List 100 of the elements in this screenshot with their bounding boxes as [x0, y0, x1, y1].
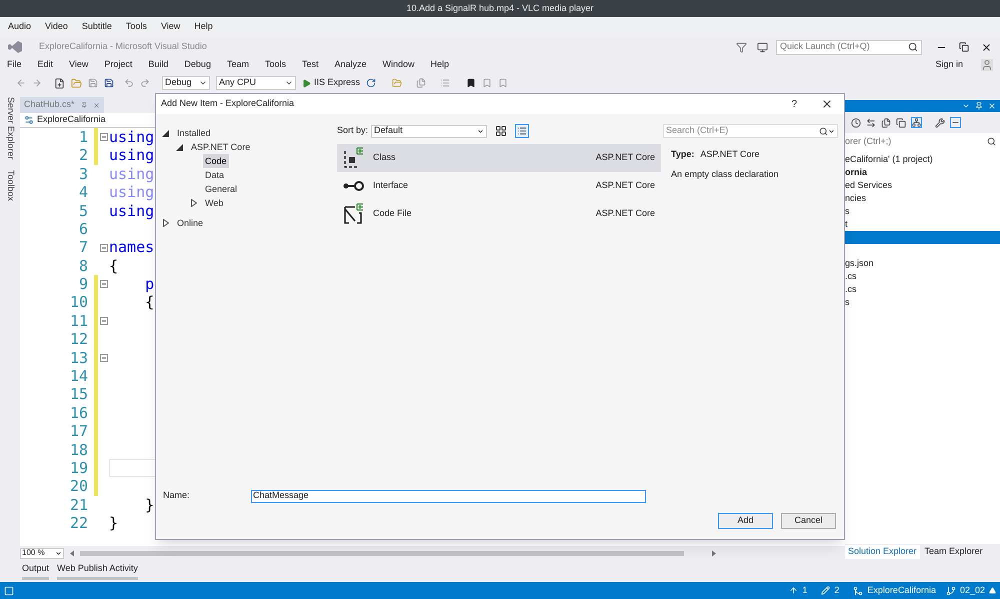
- collapse-icon[interactable]: [100, 133, 108, 142]
- edit-count[interactable]: 2: [834, 584, 840, 598]
- collapse-icon[interactable]: [100, 354, 108, 362]
- template-item[interactable]: Interface ASP.NET Core: [337, 172, 661, 200]
- tree-item[interactable]: Data: [203, 168, 226, 182]
- close-icon[interactable]: [821, 98, 833, 110]
- menu-item[interactable]: Analyze: [334, 58, 367, 72]
- collapsed-arrow-icon[interactable]: [162, 219, 168, 227]
- add-button[interactable]: Add: [718, 513, 773, 529]
- show-all-files-icon[interactable]: [896, 118, 906, 128]
- collapse-icon[interactable]: [100, 280, 108, 288]
- solution-tree-item[interactable]: ornia: [845, 166, 1000, 179]
- menu-item[interactable]: View: [160, 20, 180, 34]
- solution-tree-item[interactable]: s: [845, 296, 1000, 309]
- sort-dropdown[interactable]: Default: [371, 124, 488, 138]
- grid-view-icon[interactable]: [494, 124, 508, 138]
- collapse-icon[interactable]: [100, 244, 108, 252]
- pin-icon[interactable]: [80, 101, 87, 109]
- pin-icon[interactable]: [975, 102, 983, 110]
- code-text: {: [109, 256, 118, 277]
- menu-item[interactable]: Subtitle: [82, 20, 112, 34]
- tree-item[interactable]: Installed: [175, 126, 213, 140]
- side-tab[interactable]: Toolbox: [3, 170, 17, 201]
- panel-tab[interactable]: Solution Explorer: [845, 545, 920, 559]
- branch-name[interactable]: 02_02: [960, 584, 985, 598]
- notification-icon[interactable]: [4, 586, 14, 596]
- search-icon[interactable]: [908, 42, 918, 52]
- preview-icon[interactable]: [950, 117, 961, 128]
- play-icon[interactable]: [302, 78, 311, 88]
- menu-item[interactable]: Video: [45, 20, 68, 34]
- solution-tree-item[interactable]: eCalifornia' (1 project): [845, 153, 1000, 166]
- tree-item[interactable]: ASP.NET Core: [189, 140, 252, 154]
- menu-item[interactable]: Tools: [126, 20, 147, 34]
- menu-item[interactable]: File: [7, 58, 22, 72]
- history-icon[interactable]: [851, 118, 861, 128]
- menu-item[interactable]: Tools: [264, 58, 286, 72]
- collapse-icon[interactable]: [100, 317, 108, 326]
- quick-launch-field[interactable]: Quick Launch (Ctrl+Q): [776, 40, 922, 54]
- menu-item[interactable]: Help: [194, 20, 213, 34]
- solution-tree-item[interactable]: gs.json: [845, 257, 1000, 270]
- side-tab[interactable]: Server Explorer: [3, 97, 17, 160]
- repository-name[interactable]: ExploreCalifornia: [867, 584, 936, 598]
- solution-tree-item[interactable]: s: [845, 205, 1000, 218]
- branch-icon[interactable]: [946, 586, 956, 596]
- solution-tree-item[interactable]: t: [845, 218, 1000, 231]
- sync-icon[interactable]: [866, 118, 876, 128]
- solution-tree-item[interactable]: .cs: [845, 283, 1000, 296]
- horizontal-scrollbar[interactable]: [68, 548, 718, 558]
- filter-icon[interactable]: [736, 42, 747, 52]
- close-icon[interactable]: [981, 42, 992, 52]
- menu-item[interactable]: Test: [302, 58, 318, 72]
- menu-item[interactable]: Window: [382, 58, 415, 72]
- solution-tree-item[interactable]: ncies: [845, 192, 1000, 205]
- publish-icon[interactable]: [989, 587, 996, 594]
- menu-item[interactable]: Audio: [8, 20, 32, 34]
- panel-tab[interactable]: Team Explorer: [922, 545, 986, 559]
- repository-icon[interactable]: [853, 586, 864, 596]
- help-button[interactable]: ?: [791, 96, 797, 112]
- tree-item[interactable]: Code: [203, 154, 229, 168]
- menu-item[interactable]: Team: [226, 58, 249, 72]
- edit-icon[interactable]: [821, 586, 830, 595]
- collapsed-arrow-icon[interactable]: [190, 199, 196, 207]
- dropdown-icon[interactable]: [962, 102, 970, 110]
- wrench-icon[interactable]: [935, 118, 945, 128]
- menu-item[interactable]: Help: [430, 58, 450, 72]
- refresh-icon[interactable]: [366, 78, 376, 88]
- template-item[interactable]: Code File ASP.NET Core: [337, 200, 661, 228]
- solution-search-field[interactable]: orer (Ctrl+;): [845, 133, 1000, 150]
- run-button[interactable]: IIS Express: [302, 76, 360, 90]
- menu-item[interactable]: Build: [148, 58, 168, 72]
- template-search-field[interactable]: Search (Ctrl+E): [663, 124, 838, 138]
- configuration-dropdown[interactable]: Debug: [162, 76, 210, 90]
- zoom-dropdown[interactable]: 100 %: [20, 548, 64, 558]
- menu-item[interactable]: Debug: [184, 58, 211, 72]
- tree-item[interactable]: Online: [175, 216, 206, 230]
- sign-in-link[interactable]: Sign in: [935, 58, 963, 72]
- new-project-icon[interactable]: [54, 78, 65, 88]
- tree-item[interactable]: Web: [203, 196, 226, 210]
- bookmark-icon[interactable]: [466, 78, 476, 88]
- name-field[interactable]: ChatMessage: [251, 490, 646, 502]
- menu-item[interactable]: View: [69, 58, 88, 72]
- push-count[interactable]: 1: [802, 584, 808, 598]
- solution-tree-item[interactable]: .cs: [845, 270, 1000, 283]
- save-all-icon[interactable]: [104, 78, 114, 88]
- solution-tree-item[interactable]: ed Services: [845, 179, 1000, 192]
- push-icon[interactable]: [789, 586, 798, 595]
- close-tab-icon[interactable]: [92, 100, 100, 110]
- platform-dropdown[interactable]: Any CPU: [216, 76, 296, 90]
- search-icon[interactable]: [987, 137, 996, 146]
- collapse-all-icon[interactable]: [881, 118, 891, 128]
- template-item[interactable]: Class ASP.NET Core: [337, 144, 661, 172]
- restore-icon[interactable]: [959, 42, 969, 52]
- line-number: 21: [68, 494, 89, 516]
- cancel-button[interactable]: Cancel: [781, 513, 836, 529]
- tree-item[interactable]: General: [203, 182, 240, 196]
- search-icon[interactable]: [819, 126, 828, 136]
- menu-item[interactable]: Edit: [38, 58, 54, 72]
- account-icon[interactable]: [981, 59, 993, 71]
- menu-item[interactable]: Project: [104, 58, 132, 72]
- list-view-icon[interactable]: [515, 124, 530, 138]
